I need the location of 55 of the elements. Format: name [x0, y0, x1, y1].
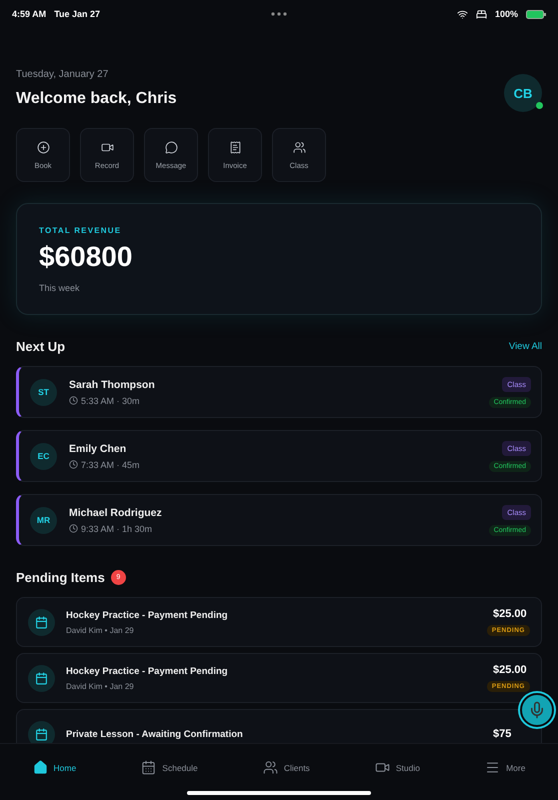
microphone-button[interactable]	[520, 693, 554, 727]
pending-title: Private Lesson - Awaiting Confirmation	[66, 728, 244, 740]
pending-subtitle: David Kim • Jan 29	[66, 626, 135, 634]
people-icon	[292, 140, 306, 154]
plus-circle-icon	[36, 140, 50, 154]
calendar-icon	[141, 760, 156, 775]
pending-title: Hockey Practice - Payment Pending	[66, 666, 229, 676]
people-icon	[262, 760, 278, 775]
appointment-time: 7:33 AM · 45m	[81, 460, 140, 470]
appointment-time: 5:33 AM · 30m	[81, 396, 140, 406]
chat-bubble-icon	[164, 140, 178, 154]
appointment-time: 9:33 AM · 1h 30m	[81, 524, 152, 534]
client-avatar: MR	[30, 506, 57, 534]
welcome-heading: Welcome back, Chris	[16, 90, 177, 108]
pending-amount: $25.00	[493, 608, 527, 620]
tab-bar-item[interactable]: Home	[30, 758, 78, 777]
calendar-icon	[35, 616, 48, 628]
bed-icon	[476, 8, 487, 20]
section-title: Next Up	[16, 339, 66, 354]
revenue-label: TOTAL REVENUE	[39, 226, 122, 235]
home-icon	[32, 760, 48, 775]
pending-item[interactable]: Private Lesson - Awaiting Confirmation $75	[16, 709, 542, 743]
client-avatar: EC	[30, 442, 57, 470]
battery-icon	[526, 10, 546, 18]
menu-icon	[485, 760, 500, 775]
more-dots-icon	[270, 12, 287, 16]
tab-bar-item[interactable]: Clients	[260, 758, 312, 777]
calendar-icon	[35, 728, 48, 740]
pending-amount: $75	[493, 728, 512, 740]
clock-icon	[69, 524, 78, 533]
clock-icon	[69, 396, 78, 405]
tab-bar-item[interactable]: Studio	[372, 758, 422, 777]
microphone-icon	[528, 701, 546, 719]
battery-percent: 100%	[494, 9, 518, 19]
date-text: Tuesday, January 27	[16, 68, 110, 80]
section-title: Pending Items	[16, 570, 105, 585]
tab-bar-item[interactable]: Schedule	[139, 758, 200, 777]
pending-title: Hockey Practice - Payment Pending	[66, 610, 229, 620]
calendar-icon	[35, 672, 48, 684]
wifi-icon	[456, 8, 468, 20]
clock-icon	[69, 460, 78, 469]
tab-bar-item[interactable]: More	[483, 758, 528, 777]
client-avatar: ST	[30, 378, 57, 406]
user-avatar[interactable]: CB	[504, 74, 542, 112]
view-all-link[interactable]: View All	[508, 341, 542, 352]
receipt-icon	[228, 140, 242, 154]
client-name: Emily Chen	[69, 442, 128, 454]
status-time: 4:59 AM	[12, 9, 46, 19]
status-date: Tue Jan 27	[54, 9, 100, 19]
revenue-amount: $60800	[39, 241, 134, 273]
client-name: Michael Rodriguez	[69, 506, 163, 518]
client-name: Sarah Thompson	[69, 378, 156, 390]
pending-subtitle: David Kim • Jan 29	[66, 682, 135, 690]
pending-amount: $25.00	[493, 664, 527, 676]
revenue-period: This week	[39, 283, 81, 293]
